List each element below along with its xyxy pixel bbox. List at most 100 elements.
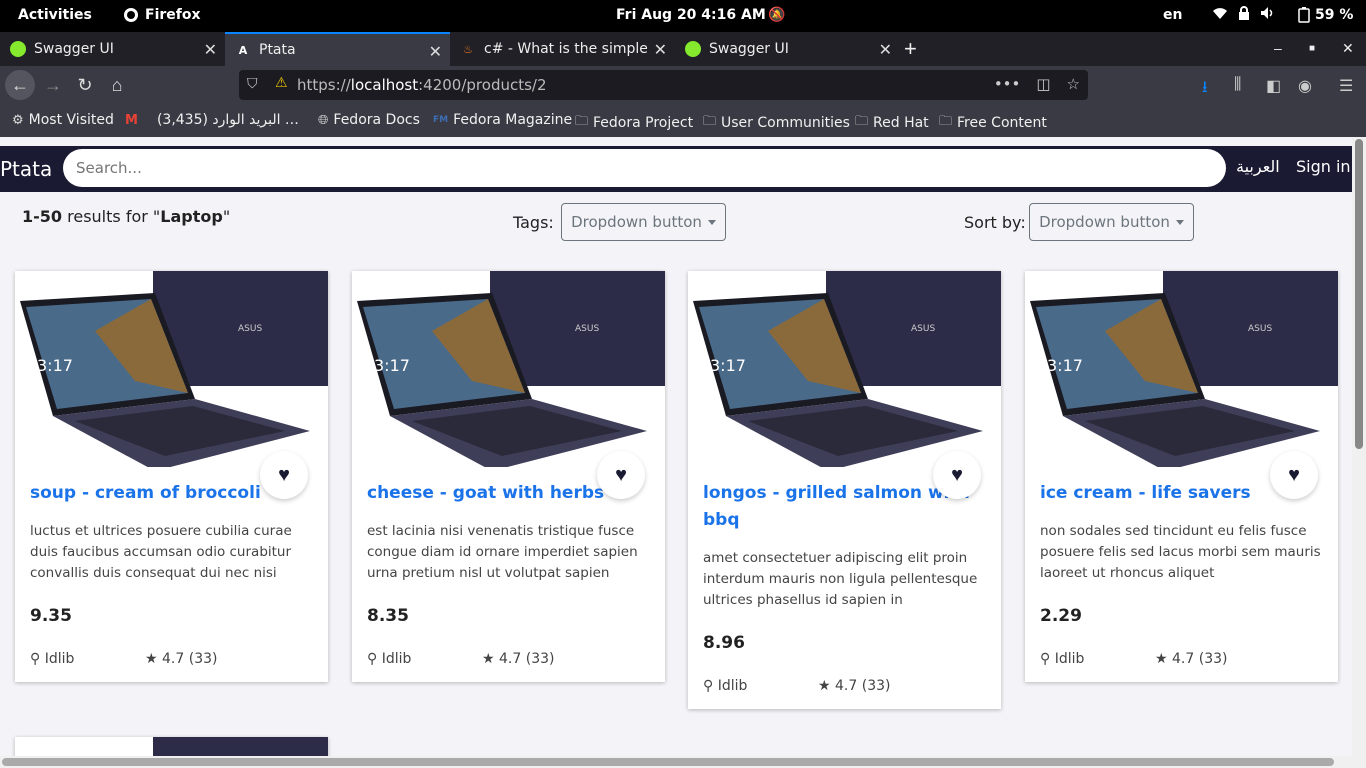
close-window-icon[interactable]: ✕: [1342, 40, 1354, 57]
system-tray[interactable]: [1212, 6, 1276, 20]
bookmark-most-visited[interactable]: ⚙ Most Visited: [12, 112, 114, 128]
svg-text:3:17: 3:17: [710, 356, 746, 375]
product-image[interactable]: ASUS 3:17: [688, 271, 1001, 467]
battery-percent: 59 %: [1315, 7, 1354, 23]
svg-text:3:17: 3:17: [374, 356, 410, 375]
product-description: est lacinia nisi venenatis tristique fus…: [367, 523, 638, 581]
app-name: Firefox: [145, 7, 201, 23]
sidebar-icon[interactable]: ◧: [1266, 76, 1281, 96]
battery-indicator[interactable]: 59 %: [1297, 7, 1353, 23]
url-text[interactable]: https://localhost:4200/products/2: [297, 76, 547, 94]
bookmark-star-icon[interactable]: ☆: [1067, 75, 1080, 93]
browser-tab-strip: Swagger UI ✕ A Ptata ✕ ♨ c# - What is th…: [0, 32, 1366, 66]
favorite-heart-icon[interactable]: ♥: [933, 451, 981, 499]
favorite-heart-icon[interactable]: ♥: [260, 451, 308, 499]
bookmark-red-hat[interactable]: 🗀 Red Hat: [855, 112, 929, 134]
product-rating: ★ 4.7 (33): [482, 651, 555, 667]
page-actions-icon[interactable]: •••: [994, 75, 1021, 93]
activities-button[interactable]: Activities: [18, 7, 92, 23]
close-tab-icon[interactable]: ✕: [204, 40, 217, 59]
results-summary: 1-50 results for "Laptop": [22, 207, 231, 226]
reload-icon[interactable]: ↻: [70, 70, 100, 100]
close-tab-icon[interactable]: ✕: [879, 40, 892, 59]
insecure-lock-icon[interactable]: ⚠: [275, 75, 288, 91]
star-icon: ★: [145, 651, 158, 667]
app-menu[interactable]: Firefox: [123, 7, 201, 23]
sort-dropdown[interactable]: Dropdown button: [1029, 203, 1194, 241]
vertical-scrollbar[interactable]: [1352, 137, 1366, 756]
gmail-icon: M: [125, 112, 138, 128]
menu-icon[interactable]: ☰: [1339, 76, 1353, 96]
swagger-icon: [10, 41, 26, 57]
bookmark-free-content[interactable]: 🗀 Free Content: [939, 112, 1047, 134]
favorite-heart-icon[interactable]: ♥: [597, 451, 645, 499]
svg-text:ASUS: ASUS: [575, 324, 599, 334]
svg-text:3:17: 3:17: [1047, 356, 1083, 375]
product-image[interactable]: [153, 737, 328, 756]
product-image[interactable]: ASUS 3:17: [1025, 271, 1338, 467]
product-card[interactable]: ASUS 3:17 ♥ soup - cream of broccoli luc…: [15, 271, 328, 682]
bookmark-fedora-magazine[interactable]: FM Fedora Magazine: [433, 112, 572, 128]
home-icon[interactable]: ⌂: [102, 70, 132, 100]
tab-ptata[interactable]: A Ptata ✕: [225, 32, 450, 66]
laptop-image: ASUS 3:17: [1030, 271, 1338, 467]
swagger-icon: [685, 41, 701, 57]
product-location: ⚲ Idlib: [1040, 651, 1085, 667]
notifications-off-icon: 🔕: [768, 7, 786, 23]
brand-logo[interactable]: Ptata: [0, 157, 52, 181]
map-pin-icon: ⚲: [703, 678, 714, 694]
tab-stackoverflow[interactable]: ♨ c# - What is the simplest ✕: [450, 32, 675, 66]
firefox-icon: [124, 8, 138, 22]
product-price: 2.29: [1040, 606, 1082, 626]
product-card[interactable]: [15, 737, 328, 756]
maximize-icon[interactable]: ■: [1309, 43, 1315, 54]
library-icon[interactable]: ⫼: [1234, 76, 1241, 94]
laptop-image: ASUS 3:17: [20, 271, 328, 467]
keyboard-language[interactable]: en: [1163, 7, 1182, 23]
tab-swagger-ui-1[interactable]: Swagger UI ✕: [0, 32, 225, 66]
wifi-icon: [1213, 8, 1227, 19]
bookmark-fedora-project[interactable]: 🗀 Fedora Project: [575, 112, 693, 134]
folder-icon: 🗀: [703, 114, 717, 129]
bookmark-user-communities[interactable]: 🗀 User Communities: [703, 112, 850, 134]
svg-text:ASUS: ASUS: [238, 324, 262, 334]
lock-icon: [1239, 6, 1249, 20]
close-tab-icon[interactable]: ✕: [654, 40, 667, 59]
horizontal-scrollbar[interactable]: [0, 756, 1366, 768]
bookmarks-toolbar: ⚙ Most Visited M البريد الوارد (3,435) … 🌐…: [0, 104, 1366, 137]
back-icon[interactable]: ←: [5, 70, 35, 100]
sort-label: Sort by:: [964, 213, 1026, 232]
gear-icon: ⚙: [12, 112, 24, 128]
bookmark-gmail[interactable]: M البريد الوارد (3,435) …: [125, 112, 299, 128]
account-icon[interactable]: ◉: [1298, 76, 1312, 96]
product-image[interactable]: ASUS 3:17: [15, 271, 328, 467]
forward-icon[interactable]: →: [38, 70, 68, 100]
shield-icon[interactable]: ⛉: [247, 76, 258, 92]
sign-in-link[interactable]: Sign in: [1296, 157, 1351, 176]
tags-dropdown[interactable]: Dropdown button: [561, 203, 726, 241]
tab-swagger-ui-2[interactable]: Swagger UI ✕: [675, 32, 900, 66]
product-card[interactable]: ASUS 3:17 ♥ cheese - goat with herbs est…: [352, 271, 665, 682]
pocket-icon[interactable]: ◫: [1036, 75, 1050, 93]
close-tab-icon[interactable]: ✕: [429, 42, 442, 61]
clock[interactable]: Fri Aug 20 4:16 AM: [616, 7, 766, 23]
scrollbar-thumb[interactable]: [2, 758, 1334, 766]
product-card[interactable]: ASUS 3:17 ♥ ice cream - life savers non …: [1025, 271, 1338, 682]
scrollbar-thumb[interactable]: [1355, 139, 1363, 449]
angular-icon: A: [238, 43, 248, 57]
url-bar[interactable]: ⛉ ⚠ https://localhost:4200/products/2 ••…: [239, 70, 1088, 100]
svg-text:3:17: 3:17: [37, 356, 73, 375]
minimize-icon[interactable]: –: [1274, 40, 1282, 56]
battery-icon: [1298, 7, 1310, 23]
favorite-heart-icon[interactable]: ♥: [1270, 451, 1318, 499]
product-card[interactable]: ASUS 3:17 ♥ longos - grilled salmon with…: [688, 271, 1001, 709]
new-tab-icon[interactable]: +: [904, 36, 917, 62]
product-image[interactable]: ASUS 3:17: [352, 271, 665, 467]
search-input[interactable]: [63, 149, 1226, 187]
downloads-icon[interactable]: ⭳: [1202, 76, 1208, 103]
star-icon: ★: [1155, 651, 1168, 667]
language-switch-link[interactable]: العربية: [1236, 157, 1280, 176]
product-rating: ★ 4.7 (33): [145, 651, 218, 667]
map-pin-icon: ⚲: [30, 651, 41, 667]
bookmark-fedora-docs[interactable]: 🌐︎ Fedora Docs: [318, 112, 420, 128]
